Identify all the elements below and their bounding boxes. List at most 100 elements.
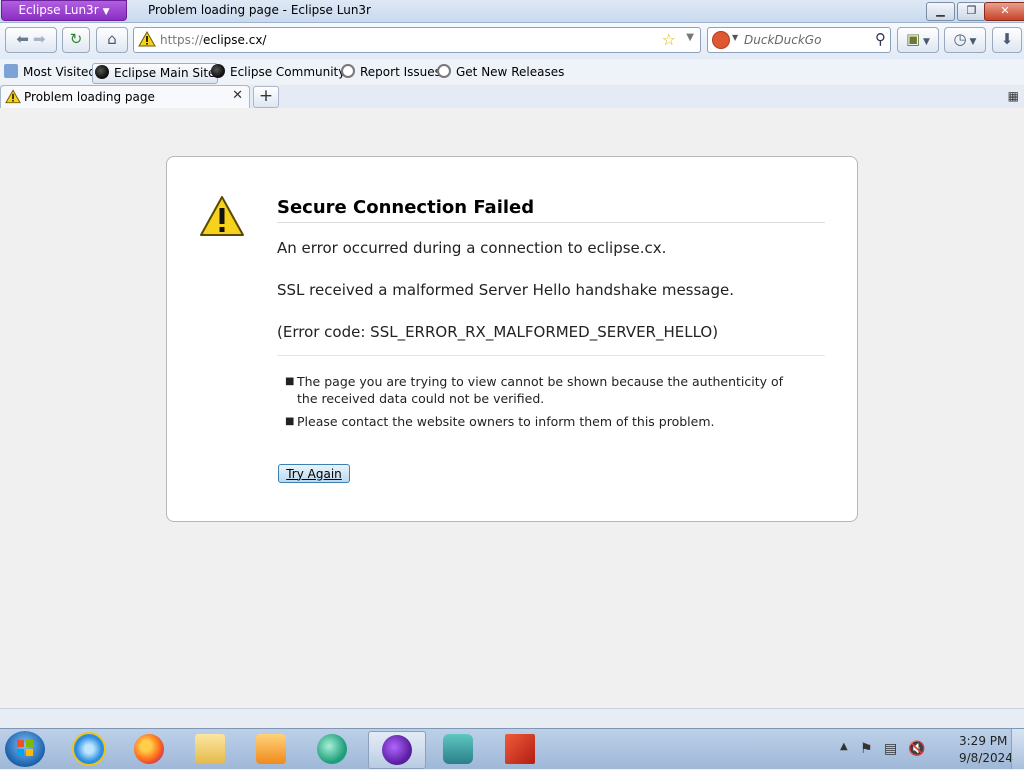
taskbar: ▲ ⚑ ▤ 🔇 3:29 PM 9/8/2024 [0, 728, 1024, 769]
taskbar-firefox[interactable] [123, 731, 175, 767]
history-menu-button[interactable]: ◷ ▼ [944, 27, 986, 53]
url-history-dropdown-icon[interactable]: ▼ [686, 32, 694, 43]
show-desktop-button[interactable] [1011, 729, 1024, 769]
window-title: Problem loading page - Eclipse Lun3r [148, 3, 371, 17]
search-icon[interactable]: ⚲ [875, 30, 886, 48]
plus-icon: + [258, 86, 274, 106]
github-icon [437, 64, 451, 78]
bookmarks-icon: ▣ [906, 30, 921, 48]
restore-icon: ❐ [966, 4, 977, 17]
page-content: Secure Connection Failed An error occurr… [0, 108, 1024, 708]
back-forward-button[interactable]: ⬅ ➡ [5, 27, 57, 53]
network-icon[interactable]: ▤ [884, 741, 897, 757]
download-arrow-icon: ⬇ [1000, 30, 1014, 48]
taskbar-wireshark[interactable] [432, 731, 484, 767]
bookmark-star-icon[interactable]: ☆ [662, 30, 676, 49]
back-arrow-icon[interactable]: ⬅ [16, 30, 29, 48]
url-bar[interactable]: https://eclipse.cx/ ☆ ▼ [133, 27, 701, 53]
bookmark-label: Eclipse Main Site [114, 66, 216, 80]
clock-time[interactable]: 3:29 PM [959, 734, 1007, 748]
divider [277, 355, 825, 356]
bookmark-report-issues[interactable]: Report Issues [341, 63, 441, 82]
warning-icon [200, 196, 244, 236]
url-protocol: https:// [160, 33, 204, 47]
bookmark-eclipse-community[interactable]: Eclipse Community [211, 63, 345, 82]
forward-arrow-icon[interactable]: ➡ [33, 30, 46, 48]
tab-strip: Problem loading page ✕ + ▦ [0, 85, 1024, 109]
bookmark-get-new-releases[interactable]: Get New Releases [437, 63, 564, 82]
chevron-down-icon: ▼ [102, 7, 110, 17]
eclipse-icon [95, 65, 109, 79]
taskbar-internet-explorer[interactable] [63, 731, 115, 767]
app-menu-button[interactable]: Eclipse Lun3r ▼ [1, 0, 127, 21]
start-button[interactable] [5, 731, 45, 767]
github-icon [341, 64, 355, 78]
red-app-icon [505, 734, 535, 764]
bookmarks-menu-button[interactable]: ▣ ▼ [897, 27, 939, 53]
reload-button[interactable]: ↻ [62, 27, 90, 53]
title-bar: Eclipse Lun3r ▼ Problem loading page - Ec… [0, 0, 1024, 23]
search-engine-dropdown-icon[interactable]: ▼ [732, 33, 738, 42]
tab-problem-loading-page[interactable]: Problem loading page ✕ [0, 85, 250, 109]
minimize-icon: ▁ [936, 4, 945, 17]
eclipse-icon [211, 64, 225, 78]
list-item: Please contact the website owners to inf… [285, 413, 805, 430]
file-explorer-icon [195, 734, 225, 764]
status-bar [0, 708, 1024, 728]
error-description: An error occurred during a connection to… [277, 239, 667, 257]
bookmark-label: Eclipse Community [230, 65, 346, 79]
error-detail: SSL received a malformed Server Hello ha… [277, 281, 735, 299]
action-center-flag-icon[interactable]: ⚑ [860, 741, 873, 757]
close-tab-icon[interactable]: ✕ [232, 88, 243, 103]
bookmark-label: Get New Releases [456, 65, 565, 79]
url-text: https://eclipse.cx/ [160, 33, 266, 47]
url-host: eclipse.cx/ [203, 33, 267, 47]
internet-explorer-icon [72, 732, 106, 766]
most-visited-icon [4, 64, 18, 78]
error-code: (Error code: SSL_ERROR_RX_MALFORMED_SERV… [277, 323, 719, 341]
error-panel: Secure Connection Failed An error occurr… [166, 156, 858, 522]
eclipse-lun3r-icon [382, 735, 412, 765]
chevron-down-icon: ▼ [920, 37, 930, 47]
try-again-button[interactable]: Try Again [278, 464, 350, 483]
browser-green-icon [317, 734, 347, 764]
list-item-text: The page you are trying to view cannot b… [297, 374, 784, 406]
tab-list-icon[interactable]: ▦ [1008, 89, 1019, 103]
windows-logo-icon [17, 740, 33, 756]
close-window-button[interactable]: ✕ [984, 2, 1024, 21]
wireshark-icon [443, 734, 473, 764]
firefox-icon [134, 734, 164, 764]
bookmark-label: Most Visited [23, 65, 97, 79]
taskbar-eclipse-lun3r[interactable] [368, 731, 426, 769]
volume-muted-icon[interactable]: 🔇 [908, 741, 925, 757]
close-icon: ✕ [1000, 4, 1010, 17]
bookmark-eclipse-main-site[interactable]: Eclipse Main Site [92, 63, 219, 84]
new-tab-button[interactable]: + [253, 86, 279, 108]
show-hidden-icons-icon[interactable]: ▲ [840, 741, 848, 752]
bookmark-label: Report Issues [360, 65, 441, 79]
app-menu-label: Eclipse Lun3r [18, 3, 99, 17]
home-icon: ⌂ [107, 30, 117, 48]
taskbar-green-browser[interactable] [306, 731, 358, 767]
search-input[interactable]: DuckDuckGo [744, 33, 821, 47]
taskbar-file-explorer[interactable] [184, 731, 236, 767]
tab-label: Problem loading page [24, 90, 155, 104]
system-tray: ▲ ⚑ ▤ 🔇 3:29 PM 9/8/2024 [834, 729, 1024, 769]
search-bar[interactable]: ▼ DuckDuckGo ⚲ [707, 27, 891, 53]
media-player-icon [256, 734, 286, 764]
taskbar-red-app[interactable] [494, 731, 546, 767]
bookmark-most-visited[interactable]: Most Visited [4, 63, 96, 82]
list-item-text: Please contact the website owners to inf… [297, 414, 715, 429]
clock-icon: ◷ [953, 30, 967, 48]
clock-date[interactable]: 9/8/2024 [959, 751, 1013, 765]
reload-icon: ↻ [69, 30, 83, 48]
warning-icon [5, 89, 21, 104]
list-item: The page you are trying to view cannot b… [285, 373, 805, 407]
restore-button[interactable]: ❐ [957, 2, 986, 21]
home-button[interactable]: ⌂ [96, 27, 128, 53]
minimize-button[interactable]: ▁ [926, 2, 955, 21]
taskbar-media-player[interactable] [245, 731, 297, 767]
duckduckgo-icon[interactable] [712, 31, 730, 49]
downloads-button[interactable]: ⬇ [992, 27, 1022, 53]
error-title: Secure Connection Failed [277, 197, 825, 223]
